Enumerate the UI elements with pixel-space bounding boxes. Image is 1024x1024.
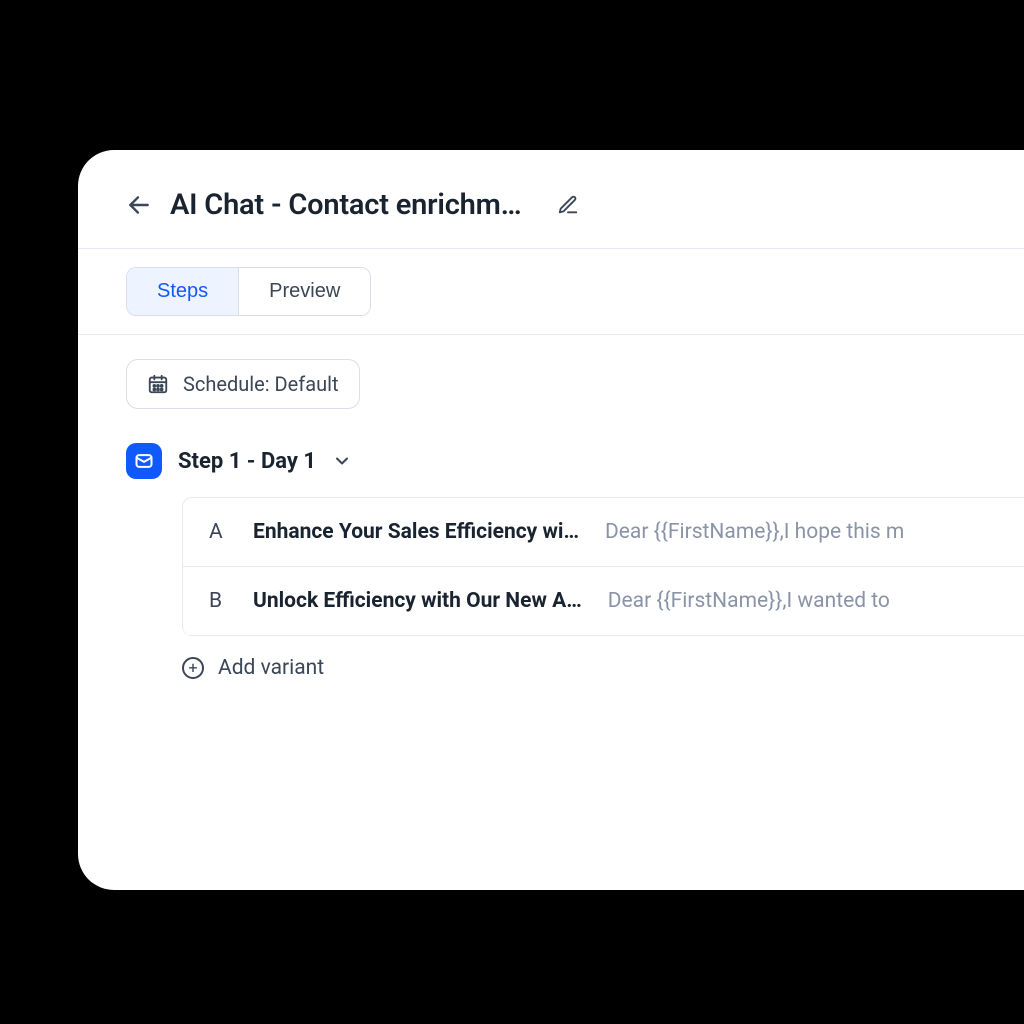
- variant-preview: Dear {{FirstName}},I hope this m: [605, 520, 904, 544]
- step-header[interactable]: Step 1 - Day 1: [126, 443, 1024, 479]
- plus-circle-icon: +: [182, 657, 204, 679]
- add-variant-button[interactable]: + Add variant: [182, 656, 324, 680]
- variant-preview: Dear {{FirstName}},I wanted to: [608, 589, 890, 613]
- editor-body: Schedule: Default Step 1 - Day 1: [78, 335, 1024, 704]
- page-title: AI Chat - Contact enrichm…: [170, 188, 521, 222]
- view-toggle: Steps Preview: [126, 267, 371, 316]
- variant-subject: Unlock Efficiency with Our New A…: [253, 589, 582, 613]
- variants-list: A Enhance Your Sales Efficiency wi… Dear…: [182, 497, 1024, 636]
- calendar-icon: [147, 373, 169, 395]
- add-variant-label: Add variant: [218, 656, 324, 680]
- back-arrow-icon[interactable]: [126, 192, 152, 218]
- variant-row[interactable]: A Enhance Your Sales Efficiency wi… Dear…: [183, 498, 1024, 567]
- mail-icon: [126, 443, 162, 479]
- tab-preview[interactable]: Preview: [238, 268, 370, 315]
- tabs-row: Steps Preview: [78, 249, 1024, 334]
- chevron-down-icon: [332, 451, 352, 471]
- schedule-label: Schedule: Default: [183, 372, 339, 396]
- tab-steps[interactable]: Steps: [127, 268, 238, 315]
- variant-row[interactable]: B Unlock Efficiency with Our New A… Dear…: [183, 567, 1024, 636]
- header-bar: AI Chat - Contact enrichm… Contacts: [78, 150, 1024, 248]
- step-title: Step 1 - Day 1: [178, 449, 316, 474]
- variant-subject: Enhance Your Sales Efficiency wi…: [253, 520, 579, 544]
- variant-letter: B: [209, 589, 227, 613]
- step-block: Step 1 - Day 1 A Enhance Your Sales Effi…: [126, 443, 1024, 680]
- variant-letter: A: [209, 520, 227, 544]
- campaign-editor-card: AI Chat - Contact enrichm… Contacts Step…: [78, 150, 1024, 890]
- edit-pencil-icon[interactable]: [557, 194, 579, 216]
- schedule-chip[interactable]: Schedule: Default: [126, 359, 360, 409]
